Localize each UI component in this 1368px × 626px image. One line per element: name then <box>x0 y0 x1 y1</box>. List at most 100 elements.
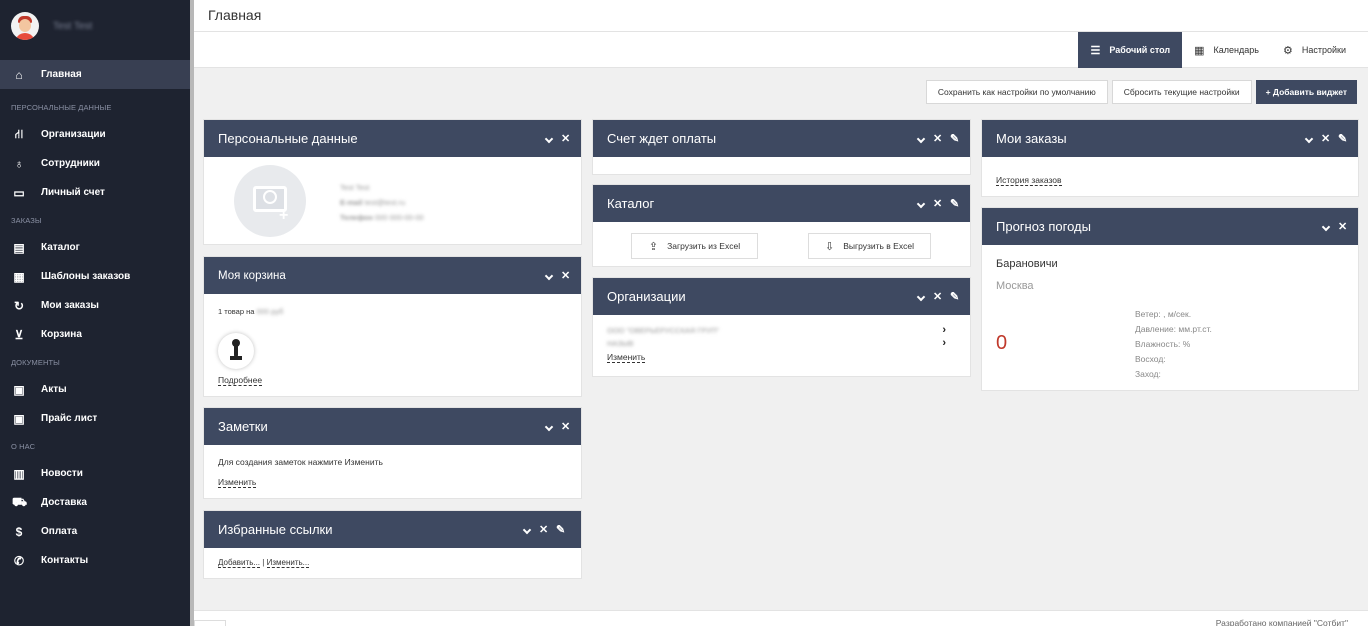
widget-header[interactable]: Мои заказы ✕ ✎ <box>982 120 1358 157</box>
reset-settings-button[interactable]: Сбросить текущие настройки <box>1111 80 1252 104</box>
orgs-edit-link[interactable]: Изменить <box>607 352 646 363</box>
sidebar-item-contacts[interactable]: ✆ Контакты <box>0 546 190 575</box>
sidebar-item-label: Личный счет <box>41 187 105 198</box>
widget-header[interactable]: Прогноз погоды ✕ <box>982 208 1358 245</box>
tab-label: Рабочий стол <box>1109 45 1171 55</box>
collapse-icon[interactable] <box>1321 221 1330 233</box>
sidebar-item-catalog[interactable]: ▤ Каталог <box>0 233 190 262</box>
add-widget-button[interactable]: + Добавить виджет <box>1255 80 1357 104</box>
sidebar-item-account[interactable]: ▭ Личный счет <box>0 178 190 207</box>
edit-icon[interactable]: ✎ <box>1338 132 1347 145</box>
widget-header[interactable]: Организации ✕ ✎ <box>593 278 970 315</box>
edit-links[interactable]: Изменить... <box>266 558 310 568</box>
document-icon: ▣ <box>13 382 25 397</box>
widget-header[interactable]: Моя корзина ✕ <box>204 257 581 294</box>
collapse-icon[interactable] <box>1304 133 1313 145</box>
collapse-icon[interactable] <box>544 133 553 145</box>
cart-more-link[interactable]: Подробнее <box>218 375 263 386</box>
weather-alt-city[interactable]: Москва <box>996 280 1344 292</box>
user-block[interactable]: Test Test <box>0 0 190 52</box>
list-item[interactable]: ООО "ОВЕРЬЕРУССКАЯ ГРУП" › <box>607 324 956 337</box>
gear-icon: ⚙ <box>1282 44 1293 57</box>
chevron-right-icon[interactable]: › <box>942 324 956 337</box>
sidebar-item-payment[interactable]: $ Оплата <box>0 517 190 546</box>
sidebar-item-label: Организации <box>41 129 106 140</box>
org-name: НАЗЫВ <box>607 339 634 348</box>
profile-photo-placeholder[interactable]: + <box>234 165 306 237</box>
widget-title: Счет ждет оплаты <box>607 131 717 146</box>
list-item[interactable]: НАЗЫВ › <box>607 337 956 350</box>
edit-icon[interactable]: ✎ <box>556 523 565 536</box>
weather-sunrise: Восход: <box>1135 354 1166 364</box>
edit-icon[interactable]: ✎ <box>950 290 959 303</box>
collapse-icon[interactable] <box>916 198 925 210</box>
personal-info: Test Test E-mail test@test.ru Телефон 00… <box>340 180 424 225</box>
sidebar-item-my-orders[interactable]: ↻ Мои заказы <box>0 291 190 320</box>
sidebar-item-delivery[interactable]: ⛟ Доставка <box>0 488 190 517</box>
collapse-icon[interactable] <box>916 133 925 145</box>
close-icon[interactable]: ✕ <box>933 132 942 145</box>
notes-edit-link[interactable]: Изменить <box>218 477 257 488</box>
widget-header[interactable]: Счет ждет оплаты ✕ ✎ <box>593 120 970 157</box>
product-thumbnail[interactable] <box>218 333 254 369</box>
close-icon[interactable]: ✕ <box>561 132 570 145</box>
sidebar-item-cart[interactable]: ⊻ Корзина <box>0 320 190 349</box>
export-excel-button[interactable]: ⇩ Выгрузить в Excel <box>808 233 931 259</box>
widget-title: Организации <box>607 289 686 304</box>
widget-title: Прогноз погоды <box>996 219 1091 234</box>
edit-icon[interactable]: ✎ <box>950 132 959 145</box>
widget-header[interactable]: Заметки ✕ <box>204 408 581 445</box>
sidebar-item-news[interactable]: ▥ Новости <box>0 459 190 488</box>
close-icon[interactable]: ✕ <box>561 269 570 282</box>
chevron-right-icon[interactable]: › <box>942 337 956 350</box>
collapse-icon[interactable] <box>544 421 553 433</box>
page-title: Главная <box>208 7 262 23</box>
sidebar-item-label: Сотрудники <box>41 158 100 169</box>
weather-temperature: 0 <box>996 332 1008 354</box>
sidebar-item-organizations[interactable]: ⛙ Организации <box>0 120 190 149</box>
sidebar-item-label: Корзина <box>41 329 82 340</box>
sidebar-item-price-list[interactable]: ▣ Прайс лист <box>0 404 190 433</box>
tab-bar: ☰ Рабочий стол ▦ Календарь ⚙ Настройки <box>194 32 1368 68</box>
widget-title: Каталог <box>607 196 655 211</box>
widget-header[interactable]: Избранные ссылки ✕ ✎ <box>204 511 581 548</box>
sidebar-item-label: Контакты <box>41 555 89 566</box>
notes-text: Для создания заметок нажмите Изменить <box>218 457 383 467</box>
widget-my-orders: Мои заказы ✕ ✎ История заказов <box>981 119 1359 197</box>
sidebar-item-label: Оплата <box>41 526 78 537</box>
close-icon[interactable]: ✕ <box>561 420 570 433</box>
tab-desktop[interactable]: ☰ Рабочий стол <box>1078 32 1183 68</box>
sidebar-item-acts[interactable]: ▣ Акты <box>0 375 190 404</box>
collapse-icon[interactable] <box>544 270 553 282</box>
avatar[interactable] <box>11 12 39 40</box>
sidebar-item-main[interactable]: ⌂ Главная <box>0 60 190 89</box>
weather-city[interactable]: Барановичи <box>996 258 1344 270</box>
widget-header[interactable]: Персональные данные ✕ <box>204 120 581 157</box>
personal-phone: 000 000-00-00 <box>374 213 424 222</box>
dashboard-actions: Сохранить как настройки по умолчанию Сбр… <box>925 80 1357 104</box>
sidebar-scrollbar[interactable] <box>190 0 194 626</box>
person-icon: ♁ <box>14 156 24 171</box>
close-icon[interactable]: ✕ <box>1338 220 1347 233</box>
close-icon[interactable]: ✕ <box>933 290 942 303</box>
collapse-icon[interactable] <box>522 524 531 536</box>
save-default-button[interactable]: Сохранить как настройки по умолчанию <box>925 80 1108 104</box>
add-link[interactable]: Добавить... <box>218 558 261 568</box>
tab-label: Календарь <box>1213 45 1259 55</box>
import-excel-button[interactable]: ⇪ Загрузить из Excel <box>631 233 758 259</box>
tab-settings[interactable]: ⚙ Настройки <box>1271 32 1358 68</box>
collapse-icon[interactable] <box>916 291 925 303</box>
download-icon: ⇩ <box>825 240 835 253</box>
sidebar-item-templates[interactable]: ▦ Шаблоны заказов <box>0 262 190 291</box>
personal-name: Test Test <box>340 183 370 192</box>
close-icon[interactable]: ✕ <box>1321 132 1330 145</box>
footer-copyright: Разработано компанией "Сотбит" <box>1215 618 1348 626</box>
widget-header[interactable]: Каталог ✕ ✎ <box>593 185 970 222</box>
close-icon[interactable]: ✕ <box>539 523 548 536</box>
user-name[interactable]: Test Test <box>53 21 92 32</box>
tab-calendar[interactable]: ▦ Календарь <box>1182 32 1271 68</box>
sidebar-item-employees[interactable]: ♁ Сотрудники <box>0 149 190 178</box>
order-history-link[interactable]: История заказов <box>996 175 1062 186</box>
close-icon[interactable]: ✕ <box>933 197 942 210</box>
edit-icon[interactable]: ✎ <box>950 197 959 210</box>
